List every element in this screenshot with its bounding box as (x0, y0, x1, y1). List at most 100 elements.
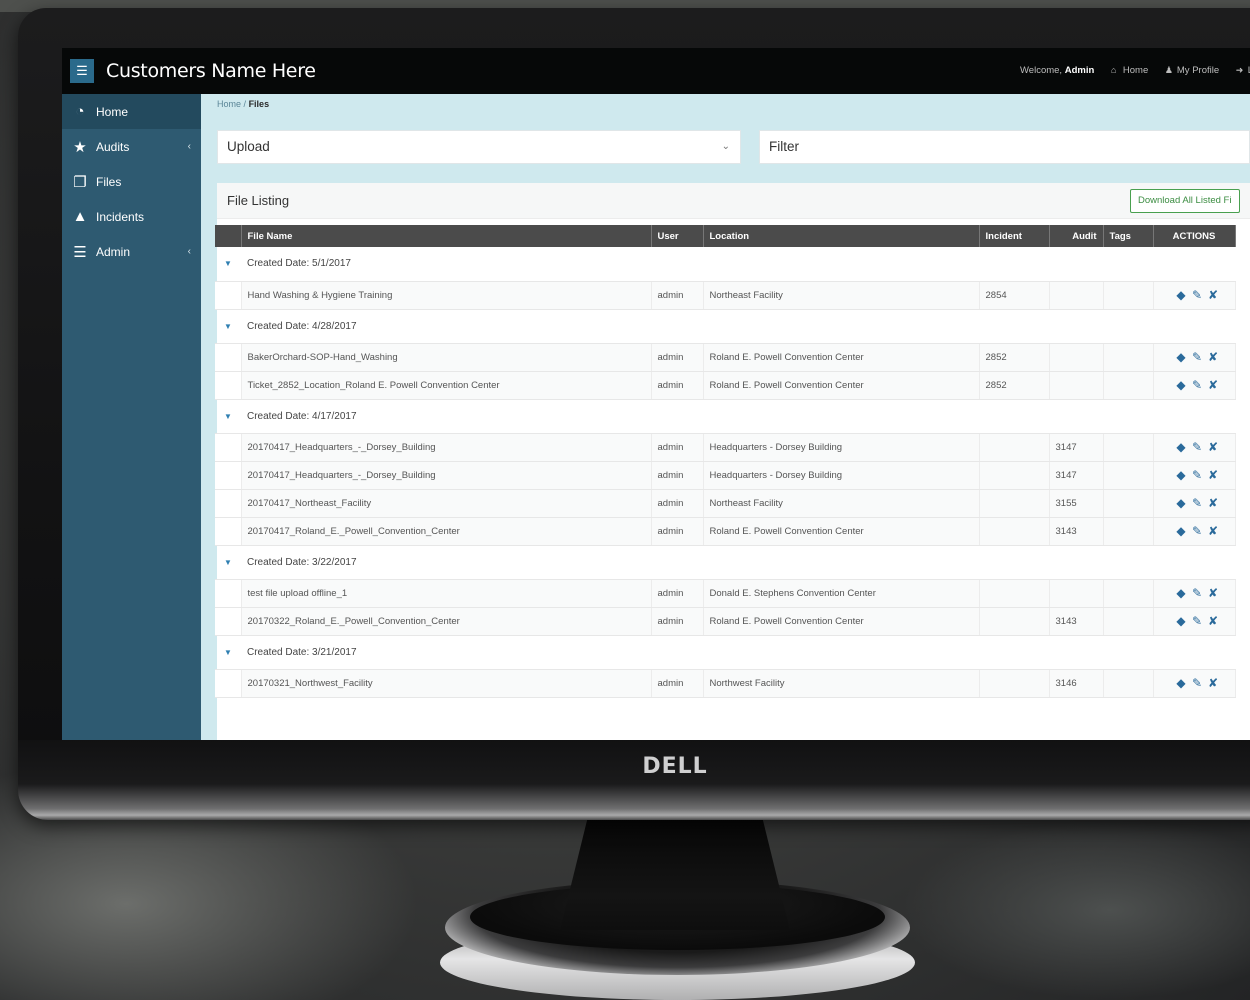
incident-link[interactable]: 2852 (979, 371, 1050, 400)
trash-icon[interactable]: ✘ (1205, 440, 1221, 454)
upload-dropdown[interactable]: Upload ⌄ (217, 130, 741, 164)
trash-icon[interactable]: ✘ (1205, 496, 1221, 510)
table-row: 20170417_Headquarters_-_Dorsey_Building a… (215, 461, 1236, 490)
tag-icon[interactable]: ◆ (1173, 614, 1189, 628)
edit-icon[interactable]: ✎ (1189, 350, 1205, 364)
trash-icon[interactable]: ✘ (1205, 468, 1221, 482)
file-name-link[interactable]: test file upload offline_1 (241, 579, 652, 608)
file-name-link[interactable]: 20170417_Northeast_Facility (241, 489, 652, 518)
top-link-logout[interactable]: ➜Lo (1236, 65, 1250, 76)
tag-icon[interactable]: ◆ (1173, 350, 1189, 364)
trash-icon[interactable]: ✘ (1205, 288, 1221, 302)
file-name-link[interactable]: 20170417_Headquarters_-_Dorsey_Building (241, 433, 652, 462)
tag-icon[interactable]: ◆ (1173, 496, 1189, 510)
file-name-link[interactable]: 20170417_Headquarters_-_Dorsey_Building (241, 461, 652, 490)
audit-link[interactable]: 3146 (1049, 669, 1104, 698)
edit-icon[interactable]: ✎ (1189, 586, 1205, 600)
sidebar-item-audits[interactable]: ★ Audits ‹ (62, 129, 201, 164)
sidebar-item-admin[interactable]: ☰ Admin ‹ (62, 234, 201, 269)
column-file-name[interactable]: File Name (241, 225, 652, 247)
date-group-label: Created Date: 5/1/2017 (241, 247, 1235, 282)
trash-icon[interactable]: ✘ (1205, 350, 1221, 364)
caret-down-icon[interactable]: ▼ (215, 545, 241, 580)
audit-link[interactable]: 3147 (1049, 433, 1104, 462)
tag-icon[interactable]: ◆ (1173, 288, 1189, 302)
column-incident[interactable]: Incident (979, 225, 1050, 247)
tag-icon[interactable]: ◆ (1173, 468, 1189, 482)
files-table: File Name User Location Incident Audit T… (215, 225, 1236, 698)
audit-link[interactable]: 3143 (1049, 607, 1104, 636)
incident-link[interactable]: 2854 (979, 281, 1050, 310)
edit-icon[interactable]: ✎ (1189, 288, 1205, 302)
download-all-button[interactable]: Download All Listed Fi (1130, 189, 1240, 213)
trash-icon[interactable]: ✘ (1205, 676, 1221, 690)
file-location: Northwest Facility (703, 669, 980, 698)
audit-link[interactable]: 3147 (1049, 461, 1104, 490)
breadcrumb-home[interactable]: Home (217, 99, 241, 109)
tag-icon[interactable]: ◆ (1173, 440, 1189, 454)
filter-panel-toggle[interactable]: Filter (759, 130, 1250, 164)
audit-link[interactable]: 3155 (1049, 489, 1104, 518)
tag-icon[interactable]: ◆ (1173, 586, 1189, 600)
file-name-link[interactable]: Hand Washing & Hygiene Training (241, 281, 652, 310)
caret-down-icon[interactable]: ▼ (215, 247, 241, 282)
edit-icon[interactable]: ✎ (1189, 524, 1205, 538)
tag-icon[interactable]: ◆ (1173, 378, 1189, 392)
sidebar-item-incidents[interactable]: ▲ Incidents (62, 199, 201, 234)
file-location: Roland E. Powell Convention Center (703, 607, 980, 636)
file-name-link[interactable]: 20170417_Roland_E._Powell_Convention_Cen… (241, 517, 652, 546)
date-group-row[interactable]: ▼ Created Date: 4/28/2017 (215, 309, 1235, 344)
edit-icon[interactable]: ✎ (1189, 676, 1205, 690)
tag-icon[interactable]: ◆ (1173, 524, 1189, 538)
column-location[interactable]: Location (703, 225, 980, 247)
file-name-link[interactable]: 20170322_Roland_E._Powell_Convention_Cen… (241, 607, 652, 636)
top-link-my-profile[interactable]: ♟ My Profile (1165, 65, 1219, 76)
date-group-row[interactable]: ▼ Created Date: 4/17/2017 (215, 399, 1235, 434)
sidebar-item-label: Admin (96, 244, 131, 259)
incident-link[interactable]: 2852 (979, 343, 1050, 372)
tag-icon[interactable]: ◆ (1173, 676, 1189, 690)
trash-icon[interactable]: ✘ (1205, 614, 1221, 628)
date-group-row[interactable]: ▼ Created Date: 3/21/2017 (215, 635, 1235, 670)
caret-down-icon[interactable]: ▼ (215, 399, 241, 434)
column-tags[interactable]: Tags (1103, 225, 1154, 247)
top-link-home[interactable]: ⌂ Home (1111, 65, 1148, 76)
trash-icon[interactable]: ✘ (1205, 524, 1221, 538)
table-row: 20170417_Northeast_Facility admin Northeas… (215, 489, 1236, 518)
file-name-link[interactable]: Ticket_2852_Location_Roland E. Powell Co… (241, 371, 652, 400)
edit-icon[interactable]: ✎ (1189, 440, 1205, 454)
edit-icon[interactable]: ✎ (1189, 496, 1205, 510)
edit-icon[interactable]: ✎ (1189, 378, 1205, 392)
date-group-row[interactable]: ▼ Created Date: 5/1/2017 (215, 247, 1235, 282)
caret-down-icon[interactable]: ▼ (215, 635, 241, 670)
file-location: Headquarters - Dorsey Building (703, 461, 980, 490)
incident-link[interactable] (979, 461, 1050, 490)
trash-icon[interactable]: ✘ (1205, 378, 1221, 392)
file-name-link[interactable]: BakerOrchard-SOP-Hand_Washing (241, 343, 652, 372)
edit-icon[interactable]: ✎ (1189, 614, 1205, 628)
date-group-row[interactable]: ▼ Created Date: 3/22/2017 (215, 545, 1235, 580)
audit-link[interactable]: 3143 (1049, 517, 1104, 546)
file-location: Northeast Facility (703, 281, 980, 310)
audit-link[interactable] (1049, 343, 1104, 372)
edit-icon[interactable]: ✎ (1189, 468, 1205, 482)
column-audit[interactable]: Audit (1049, 225, 1104, 247)
audit-link[interactable] (1049, 281, 1104, 310)
incident-link[interactable] (979, 489, 1050, 518)
audit-link[interactable] (1049, 579, 1104, 608)
chevron-left-icon: ‹ (187, 246, 191, 257)
caret-down-icon[interactable]: ▼ (215, 309, 241, 344)
column-user[interactable]: User (651, 225, 704, 247)
incident-link[interactable] (979, 433, 1050, 462)
incident-link[interactable] (979, 517, 1050, 546)
file-name-link[interactable]: 20170321_Northwest_Facility (241, 669, 652, 698)
hamburger-icon[interactable]: ☰ (70, 59, 94, 83)
incident-link[interactable] (979, 579, 1050, 608)
sidebar-item-files[interactable]: ❐ Files (62, 164, 201, 199)
incident-link[interactable] (979, 607, 1050, 636)
trash-icon[interactable]: ✘ (1205, 586, 1221, 600)
sidebar-item-home[interactable]: ◔ Home (62, 94, 201, 129)
incident-link[interactable] (979, 669, 1050, 698)
file-user: admin (651, 489, 704, 518)
audit-link[interactable] (1049, 371, 1104, 400)
